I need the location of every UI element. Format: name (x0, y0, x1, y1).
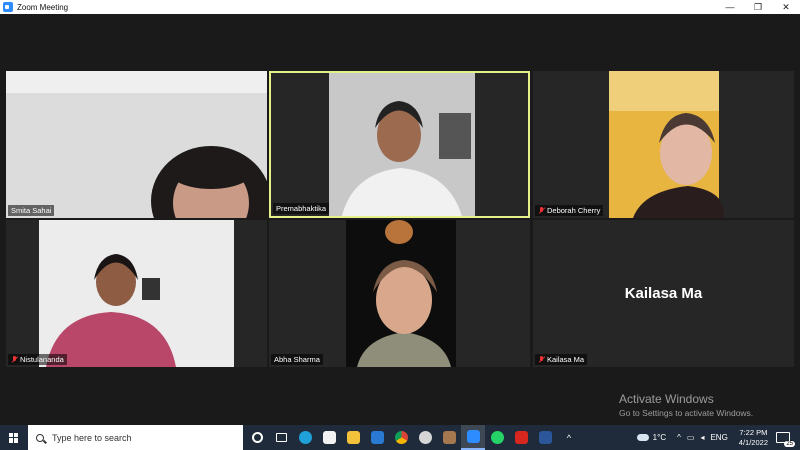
participant-name-label: Smita Sahai (8, 205, 55, 216)
weather-temperature: 1°C (652, 433, 667, 442)
whatsapp-icon[interactable] (485, 425, 509, 450)
clock-time: 7:22 PM (739, 427, 768, 437)
muted-microphone-icon (11, 356, 18, 363)
participant-video (533, 71, 794, 218)
task-view-icon[interactable] (269, 425, 293, 450)
participant-video (6, 71, 267, 218)
participant-name-label: Abha Sharma (271, 354, 323, 365)
word-icon[interactable] (533, 425, 557, 450)
chrome-icon[interactable] (389, 425, 413, 450)
watermark-title: Activate Windows (619, 392, 714, 406)
notification-center-icon[interactable]: 25 (776, 432, 795, 447)
windows-taskbar: Type here to search ^ 1°C ^ ▭ ◂ ENG 7:22… (0, 425, 800, 450)
volume-icon[interactable]: ◂ (700, 433, 704, 442)
taskbar-apps: ^ (245, 425, 581, 450)
participant-name-label: Deborah Cherry (535, 205, 604, 216)
participant-name-label: Premabhaktika (273, 203, 330, 214)
edge-icon[interactable] (293, 425, 317, 450)
participant-tile-premabhaktika[interactable]: Premabhaktika (269, 71, 530, 218)
tray-chevron-icon[interactable]: ^ (677, 433, 681, 442)
cortana-icon[interactable] (245, 425, 269, 450)
close-button[interactable]: ✕ (772, 0, 800, 14)
teams-icon[interactable] (437, 425, 461, 450)
minimize-button[interactable]: — (716, 0, 744, 14)
participant-video (269, 220, 530, 367)
windows-logo-icon (9, 432, 19, 443)
notification-count-badge: 25 (784, 441, 795, 447)
title-bar: Zoom Meeting — ❐ ✕ (0, 0, 800, 14)
language-indicator[interactable]: ENG (710, 433, 727, 442)
muted-microphone-icon (538, 356, 545, 363)
paint-icon[interactable] (413, 425, 437, 450)
video-off-name: Kailasa Ma (624, 285, 703, 302)
window-controls: — ❐ ✕ (716, 0, 800, 14)
taskbar-search-box[interactable]: Type here to search (28, 425, 243, 450)
participant-video (6, 220, 267, 367)
network-icon[interactable]: ▭ (687, 433, 695, 442)
participant-tile-abha-sharma[interactable]: Abha Sharma (269, 220, 530, 367)
clock-date: 4/1/2022 (738, 437, 768, 447)
muted-microphone-icon (538, 207, 545, 214)
taskbar-clock[interactable]: 7:22 PM 4/1/2022 (739, 428, 768, 448)
file-explorer-icon[interactable] (341, 425, 365, 450)
meeting-gallery: Smita Sahai Premabhaktika Deborah Cherry (0, 14, 800, 425)
store-icon[interactable] (317, 425, 341, 450)
weather-widget[interactable]: 1°C (636, 433, 667, 442)
acrobat-icon[interactable] (509, 425, 533, 450)
zoom-app-icon (3, 2, 13, 12)
show-hidden-icons-chevron[interactable]: ^ (557, 425, 581, 450)
cloud-icon (636, 434, 649, 441)
search-icon (36, 433, 44, 442)
restore-button[interactable]: ❐ (744, 0, 772, 14)
participant-tile-kailasa-ma[interactable]: Kailasa Ma Kailasa Ma (533, 220, 794, 367)
watermark-subtitle: Go to Settings to activate Windows. (619, 408, 754, 418)
participant-tile-deborah-cherry[interactable]: Deborah Cherry (533, 71, 794, 218)
activate-windows-watermark: Activate Windows Go to Settings to activ… (619, 392, 753, 418)
participant-tile-nistulananda[interactable]: Nistulananda (6, 220, 267, 367)
participant-video (271, 73, 528, 216)
zoom-icon[interactable] (461, 425, 485, 450)
window-title: Zoom Meeting (17, 2, 69, 12)
start-button[interactable] (0, 425, 28, 450)
mail-icon[interactable] (365, 425, 389, 450)
participant-tile-smita-sahai[interactable]: Smita Sahai (6, 71, 267, 218)
system-tray: 1°C ^ ▭ ◂ ENG 7:22 PM 4/1/2022 25 (636, 425, 800, 450)
participant-name-label: Kailasa Ma (535, 354, 588, 365)
participant-name-label: Nistulananda (8, 354, 67, 365)
search-placeholder: Type here to search (52, 432, 132, 443)
